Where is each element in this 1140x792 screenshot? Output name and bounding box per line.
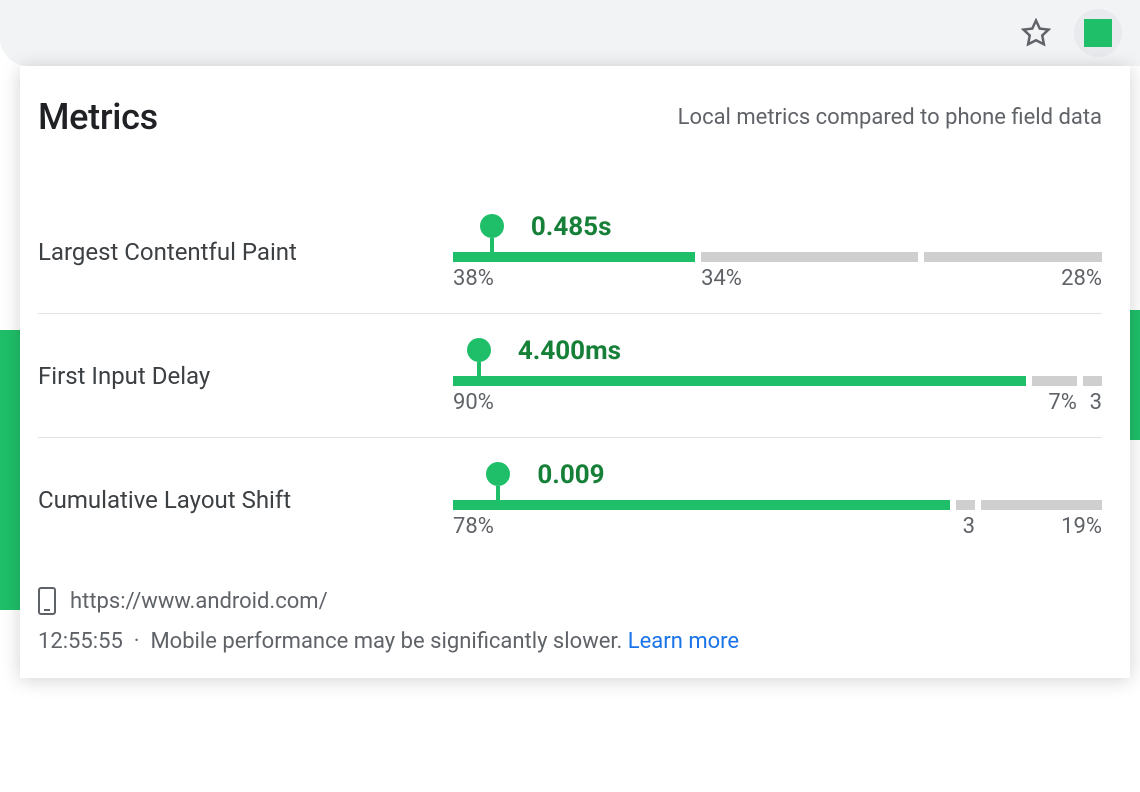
distribution-segment-good bbox=[453, 376, 1026, 386]
metric-value: 0.485s bbox=[531, 212, 612, 242]
distribution-labels: 78%319% bbox=[453, 514, 1102, 539]
footer-status-line: 12:55:55 · Mobile performance may be sig… bbox=[38, 629, 1102, 654]
background-accent-left bbox=[0, 330, 20, 610]
metric-row: Largest Contentful Paint 0.485s 38%34%28% bbox=[38, 190, 1102, 314]
browser-toolbar bbox=[0, 0, 1140, 66]
metric-marker-icon bbox=[480, 214, 504, 260]
distribution-bar bbox=[453, 376, 1102, 386]
bookmark-star-icon[interactable] bbox=[1020, 17, 1052, 49]
distribution-segment-label: 28% bbox=[924, 266, 1102, 291]
extension-badge[interactable] bbox=[1074, 9, 1122, 57]
metric-chart: 0.009 78%319% bbox=[453, 460, 1102, 539]
popup-footer: https://www.android.com/ 12:55:55 · Mobi… bbox=[38, 587, 1102, 654]
metric-value: 4.400ms bbox=[518, 336, 621, 366]
web-vitals-popup: Metrics Local metrics compared to phone … bbox=[20, 66, 1130, 678]
distribution-segment-mid bbox=[701, 252, 918, 262]
metric-name: Cumulative Layout Shift bbox=[38, 486, 453, 514]
popup-header: Metrics Local metrics compared to phone … bbox=[38, 96, 1102, 138]
metric-chart: 4.400ms 90%7%3 bbox=[453, 336, 1102, 415]
metric-name: Largest Contentful Paint bbox=[38, 238, 453, 266]
distribution-segment-bad bbox=[924, 252, 1102, 262]
metric-value: 0.009 bbox=[537, 460, 604, 490]
metric-row: First Input Delay 4.400ms 90%7%3 bbox=[38, 314, 1102, 438]
popup-subtitle: Local metrics compared to phone field da… bbox=[678, 105, 1102, 130]
distribution-segment-bad bbox=[981, 500, 1102, 510]
distribution-segment-label: 34% bbox=[701, 266, 918, 291]
distribution-segment-label: 3 bbox=[956, 514, 975, 539]
metric-chart: 0.485s 38%34%28% bbox=[453, 212, 1102, 291]
distribution-segment-label: 90% bbox=[453, 390, 1026, 415]
distribution-labels: 38%34%28% bbox=[453, 266, 1102, 291]
extension-status-icon bbox=[1084, 19, 1112, 47]
distribution-segment-bad bbox=[1083, 376, 1102, 386]
distribution-segment-mid bbox=[956, 500, 975, 510]
popup-title: Metrics bbox=[38, 96, 158, 138]
distribution-segment-label: 3 bbox=[1083, 390, 1102, 415]
distribution-labels: 90%7%3 bbox=[453, 390, 1102, 415]
distribution-segment-mid bbox=[1032, 376, 1077, 386]
distribution-bar bbox=[453, 252, 1102, 262]
footer-url-line: https://www.android.com/ bbox=[38, 587, 1102, 615]
learn-more-link[interactable]: Learn more bbox=[628, 629, 739, 654]
phone-icon bbox=[38, 587, 56, 615]
footer-separator: · bbox=[134, 629, 140, 654]
distribution-segment-label: 78% bbox=[453, 514, 950, 539]
metric-marker-icon bbox=[467, 338, 491, 384]
distribution-segment-label: 7% bbox=[1032, 390, 1077, 415]
distribution-bar bbox=[453, 500, 1102, 510]
footer-timestamp: 12:55:55 bbox=[38, 629, 123, 654]
footer-warning: Mobile performance may be significantly … bbox=[150, 629, 622, 654]
distribution-segment-label: 38% bbox=[453, 266, 695, 291]
metric-marker-icon bbox=[486, 462, 510, 508]
metric-row: Cumulative Layout Shift 0.009 78%319% bbox=[38, 438, 1102, 561]
metric-name: First Input Delay bbox=[38, 362, 453, 390]
distribution-segment-good bbox=[453, 500, 950, 510]
footer-url: https://www.android.com/ bbox=[70, 589, 328, 614]
distribution-segment-label: 19% bbox=[981, 514, 1102, 539]
background-accent-right bbox=[1130, 310, 1140, 440]
